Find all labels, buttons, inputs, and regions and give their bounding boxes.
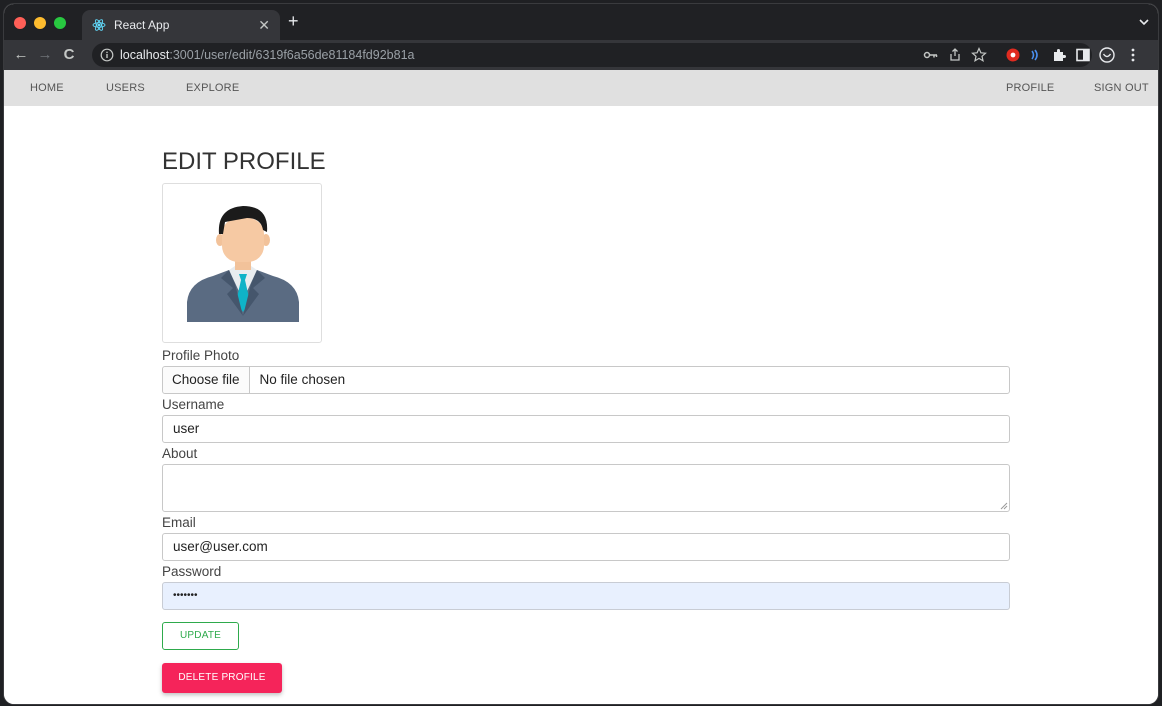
tab-strip: React App ✕ + — [4, 4, 1158, 40]
profile-photo-label: Profile Photo — [162, 348, 240, 363]
url-path: :3001/user/edit/6319f6a56de81184fd92b81a — [169, 48, 415, 62]
blue-extension-icon[interactable] — [1026, 46, 1044, 64]
update-button[interactable]: UPDATE — [162, 622, 239, 650]
page-content: EDIT PROFILE Profile Photo Choose file N… — [4, 106, 1158, 704]
url-text[interactable]: localhost:3001/user/edit/6319f6a56de8118… — [120, 48, 414, 62]
about-label: About — [162, 446, 198, 461]
profile-avatar-icon[interactable] — [1098, 46, 1116, 64]
reload-icon[interactable]: C — [60, 46, 78, 64]
url-host: localhost — [120, 48, 170, 62]
about-textarea[interactable] — [162, 464, 1010, 512]
email-input[interactable]: user@user.com — [162, 533, 1010, 561]
extensions-puzzle-icon[interactable] — [1050, 46, 1068, 64]
forward-arrow-icon[interactable]: → — [36, 46, 54, 64]
profile-photo-file-input[interactable]: Choose file No file chosen — [162, 366, 1010, 394]
close-tab-icon[interactable]: ✕ — [258, 16, 270, 34]
password-label: Password — [162, 564, 222, 579]
profile-photo-preview — [162, 183, 322, 343]
address-bar[interactable]: localhost:3001/user/edit/6319f6a56de8118… — [92, 43, 1092, 67]
email-label: Email — [162, 515, 196, 530]
menu-kebab-icon[interactable] — [1124, 46, 1142, 64]
password-input[interactable]: ••••••• — [162, 582, 1010, 610]
nav-users-link[interactable]: USERS — [106, 82, 145, 94]
page-title: EDIT PROFILE — [162, 148, 326, 175]
choose-file-button[interactable]: Choose file — [163, 367, 250, 393]
bookmark-star-icon[interactable] — [970, 46, 988, 64]
tab-search-chevron-icon[interactable] — [1138, 16, 1150, 28]
file-status-text: No file chosen — [259, 372, 346, 387]
new-tab-icon[interactable]: + — [288, 12, 299, 30]
username-label: Username — [162, 397, 225, 412]
browser-window: React App ✕ + ← → C localhost:3001/user/… — [4, 4, 1158, 704]
maximize-window-button[interactable] — [54, 17, 66, 29]
sidepanel-icon[interactable] — [1074, 46, 1092, 64]
minimize-window-button[interactable] — [34, 17, 46, 29]
back-arrow-icon[interactable]: ← — [12, 46, 30, 64]
nav-explore-link[interactable]: EXPLORE — [186, 82, 239, 94]
close-window-button[interactable] — [14, 17, 26, 29]
username-input[interactable]: user — [162, 415, 1010, 443]
red-extension-icon[interactable] — [1004, 46, 1022, 64]
browser-toolbar: ← → C localhost:3001/user/edit/6319f6a56… — [4, 40, 1158, 70]
browser-tab[interactable]: React App ✕ — [82, 10, 280, 40]
tab-title: React App — [114, 18, 170, 32]
react-favicon-icon — [92, 19, 106, 31]
app-navbar: HOME USERS EXPLORE PROFILE SIGN OUT — [4, 70, 1158, 106]
nav-sign-out-link[interactable]: SIGN OUT — [1094, 82, 1149, 94]
key-icon[interactable] — [922, 46, 940, 64]
share-icon[interactable] — [946, 46, 964, 64]
delete-profile-button[interactable]: DELETE PROFILE — [162, 663, 282, 693]
nav-profile-link[interactable]: PROFILE — [1006, 82, 1054, 94]
avatar-illustration — [187, 206, 299, 322]
nav-home-link[interactable]: HOME — [30, 82, 64, 94]
textarea-resize-grip-icon[interactable] — [1000, 502, 1008, 510]
info-icon[interactable] — [100, 48, 114, 62]
